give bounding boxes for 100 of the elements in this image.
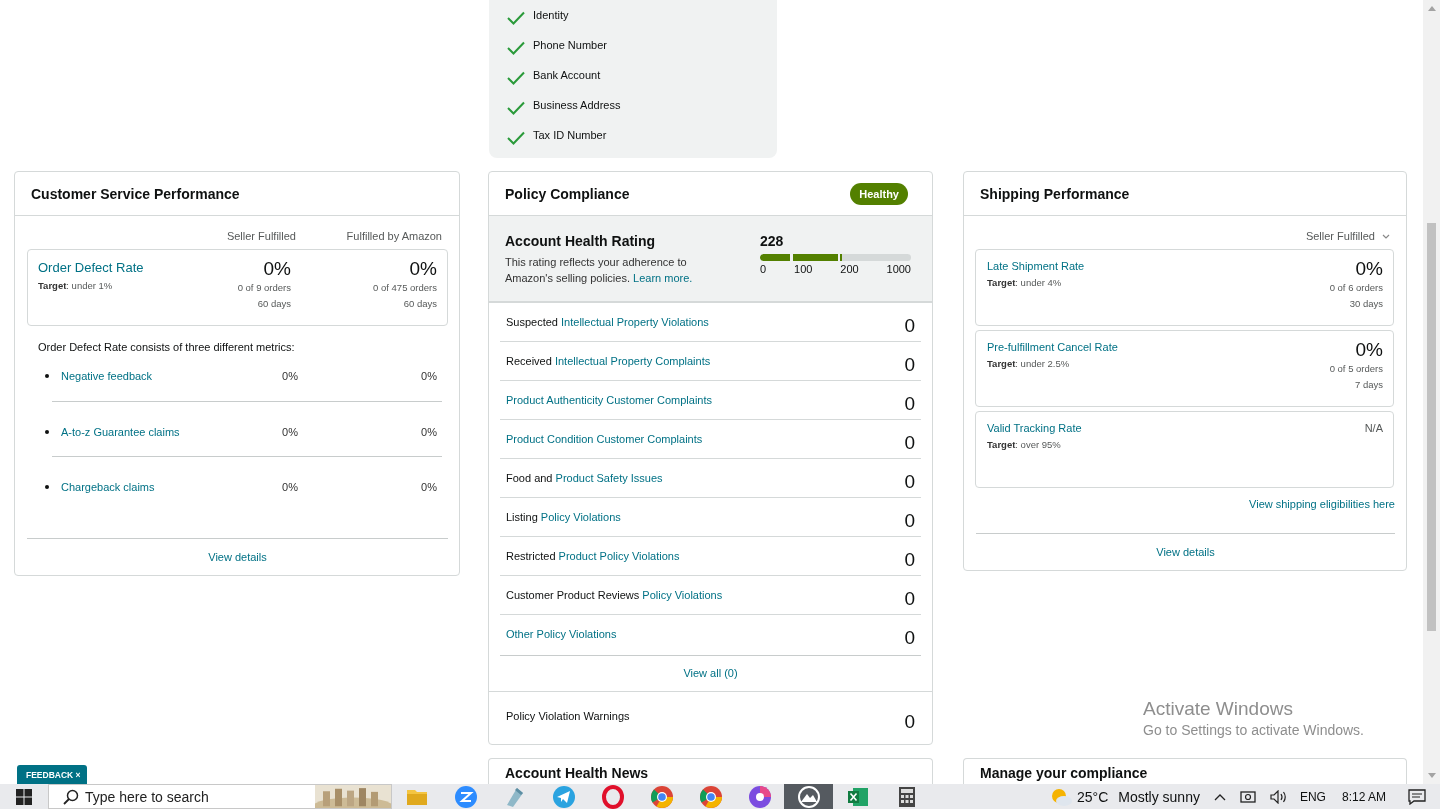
bullet-icon [45, 374, 49, 378]
verification-label: Business Address [533, 99, 621, 111]
metric-link[interactable]: Late Shipment Rate [987, 260, 1330, 272]
metric-link[interactable]: Order Defect Rate [38, 260, 145, 275]
intro-text: Order Defect Rate consists of three different metrics: [38, 341, 296, 353]
paper-plane-icon [551, 784, 576, 809]
bullet-icon [45, 430, 49, 434]
metric-value: 0% [281, 481, 298, 493]
violation-count: 0 [904, 353, 915, 376]
status-badge: Healthy [850, 182, 908, 205]
view-details-link[interactable]: View details [1156, 546, 1215, 558]
metric-value: N/A [1364, 422, 1383, 434]
activation-subtitle: Go to Settings to activate Windows. [1143, 722, 1364, 738]
fulfillment-dropdown[interactable]: Seller Fulfilled [1305, 230, 1394, 242]
order-count: 0 of 475 orders [373, 281, 437, 295]
feedback-tab[interactable]: FEEDBACK × [17, 765, 87, 784]
windows-logo-icon[interactable] [16, 788, 32, 805]
verification-label: Phone Number [533, 39, 607, 51]
video-app-icon [453, 784, 478, 809]
metric-value: 0% [420, 426, 437, 438]
violation-count: 0 [904, 548, 915, 571]
metric-value: 0% [420, 481, 437, 493]
clock-time[interactable]: 8:12 AM [1341, 789, 1386, 804]
metric-value: 0% [263, 258, 291, 280]
card-title: Policy Compliance [505, 185, 630, 202]
scale-label: 200 [840, 263, 859, 275]
period-text: 30 days [1349, 297, 1383, 311]
card-title: Manage your compliance [980, 765, 1149, 781]
scroll-thumb[interactable] [1427, 223, 1436, 631]
violation-link[interactable]: Product Policy Violations [558, 549, 680, 562]
search-icon [63, 788, 79, 805]
verification-label: Tax ID Number [533, 129, 607, 141]
metric-value: 0% [281, 426, 298, 438]
scale-label: 0 [760, 263, 767, 275]
violation-label: Food and Product Safety Issues [506, 471, 663, 484]
target-text: Target: under 4% [987, 277, 1063, 288]
metric-link[interactable]: Valid Tracking Rate [987, 422, 1365, 434]
violation-link[interactable]: Intellectual Property Complaints [554, 354, 711, 367]
metric-link[interactable]: Chargeback claims [61, 481, 155, 493]
violation-link[interactable]: Policy Violations [540, 510, 621, 523]
browser-icon [649, 784, 674, 809]
scroll-down-icon[interactable] [1427, 773, 1436, 778]
scrollbar[interactable] [1423, 0, 1440, 784]
learn-more-link[interactable]: Learn more. [633, 272, 693, 284]
metric-value: 0% [1355, 258, 1383, 280]
scroll-up-icon[interactable] [1427, 6, 1436, 11]
card-title: Customer Service Performance [31, 185, 240, 202]
view-details-link[interactable]: View details [208, 551, 267, 563]
scale-label: 1000 [886, 263, 911, 275]
metric-value: 0% [409, 258, 437, 280]
order-count: 0 of 5 orders [1329, 362, 1383, 376]
view-all-link[interactable]: View all (0) [683, 667, 738, 680]
violation-label: Suspected Intellectual Property Violations [506, 315, 709, 328]
volume-icon[interactable] [1269, 789, 1288, 804]
violation-label: Customer Product Reviews Policy Violations [506, 588, 723, 601]
mountain-icon [796, 784, 821, 809]
violation-link[interactable]: Product Authenticity Customer Complaints [506, 393, 713, 406]
activation-title: Activate Windows [1143, 698, 1294, 720]
violation-link[interactable]: Product Condition Customer Complaints [506, 432, 703, 445]
temperature-text[interactable]: 25°C [1076, 788, 1109, 805]
warnings-count: 0 [904, 711, 915, 734]
verification-label: Identity [533, 9, 569, 21]
violation-count: 0 [904, 470, 915, 493]
violation-count: 0 [904, 626, 915, 649]
metric-link[interactable]: Negative feedback [61, 370, 153, 382]
violation-count: 0 [904, 509, 915, 532]
metric-link[interactable]: A-to-z Guarantee claims [61, 426, 180, 438]
warnings-label: Policy Violation Warnings [506, 710, 630, 723]
violation-link[interactable]: Product Safety Issues [555, 471, 663, 484]
violation-link[interactable]: Policy Violations [642, 588, 723, 601]
rating-title: Account Health Rating [505, 233, 657, 249]
violation-link[interactable]: Intellectual Property Violations [561, 315, 709, 328]
violation-link[interactable]: Other Policy Violations [506, 627, 617, 640]
order-count: 0 of 9 orders [237, 281, 291, 295]
taskbar-app[interactable] [784, 784, 833, 809]
close-icon[interactable]: × [75, 769, 81, 780]
camera-icon[interactable] [1239, 789, 1256, 804]
order-count: 0 of 6 orders [1329, 281, 1383, 295]
weather-text[interactable]: Mostly sunny [1118, 788, 1200, 805]
rating-score: 228 [760, 233, 785, 249]
language-indicator[interactable]: ENG [1299, 789, 1326, 804]
metric-link[interactable]: Pre-fulfillment Cancel Rate [987, 341, 1330, 353]
eligibility-link[interactable]: View shipping eligibilities here [1249, 498, 1395, 510]
violation-label: Restricted Product Policy Violations [506, 549, 680, 562]
rating-description: This rating reflects your adherence to Amazon's selling policies. Learn more. [505, 255, 694, 286]
chevron-up-icon[interactable] [1213, 792, 1226, 801]
violation-count: 0 [904, 431, 915, 454]
metric-value: 0% [1355, 339, 1383, 361]
notification-icon[interactable] [1408, 788, 1426, 805]
ring-icon [600, 784, 625, 809]
violation-count: 0 [904, 392, 915, 415]
search-bar[interactable]: Type here to search [48, 784, 392, 809]
violation-count: 0 [904, 587, 915, 610]
search-input[interactable]: Type here to search [85, 788, 295, 805]
target-text: Target: under 1% [38, 280, 114, 291]
violation-count: 0 [904, 314, 915, 337]
period-text: 60 days [257, 297, 291, 311]
metric-value: 0% [420, 370, 437, 382]
card-title: Account Health News [505, 765, 650, 781]
violation-label: Listing Policy Violations [506, 510, 621, 523]
